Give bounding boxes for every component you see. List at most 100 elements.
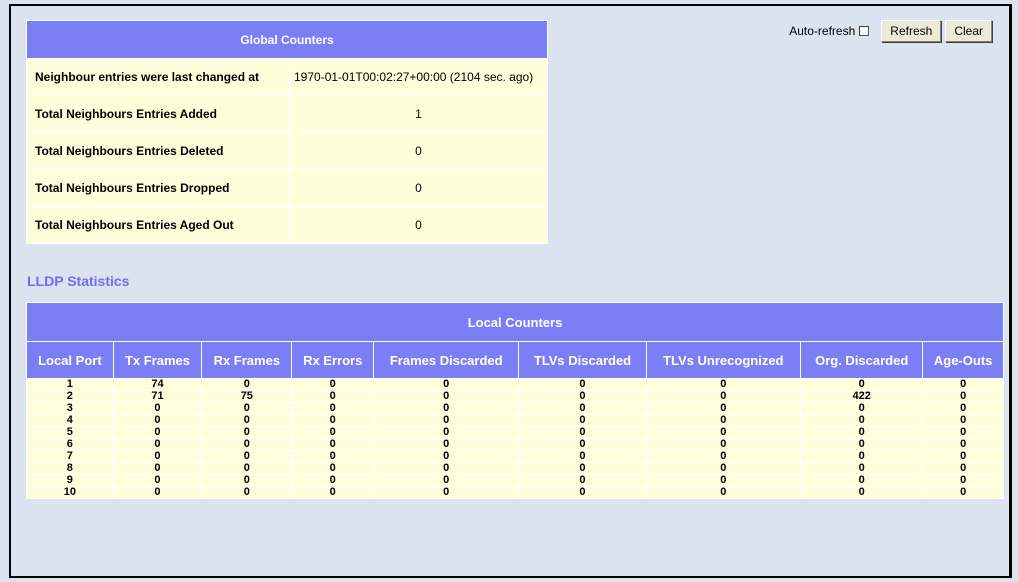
table-cell: 0 bbox=[291, 438, 374, 451]
table-cell: 0 bbox=[922, 378, 1004, 391]
table-row: Total Neighbours Entries Added 1 bbox=[26, 95, 548, 133]
toolbar: Auto-refresh Refresh Clear bbox=[789, 20, 992, 42]
table-cell: 0 bbox=[112, 414, 203, 427]
table-cell: 71 bbox=[112, 390, 203, 403]
table-cell: 0 bbox=[645, 402, 802, 415]
table-row: 500000000 bbox=[26, 426, 1004, 439]
table-cell: 8 bbox=[26, 462, 114, 475]
table-cell: 0 bbox=[800, 402, 924, 415]
column-header: Org. Discarded bbox=[800, 341, 924, 379]
table-cell: 0 bbox=[372, 402, 520, 415]
column-header: Tx Frames bbox=[112, 341, 203, 379]
table-cell: 0 bbox=[922, 390, 1004, 403]
clear-button[interactable]: Clear bbox=[945, 20, 992, 42]
column-header: Rx Errors bbox=[291, 341, 374, 379]
table-cell: 0 bbox=[201, 462, 293, 475]
table-cell: 0 bbox=[201, 378, 293, 391]
table-cell: 6 bbox=[26, 438, 114, 451]
row-value: 1 bbox=[289, 95, 548, 133]
auto-refresh-checkbox[interactable] bbox=[859, 26, 870, 36]
table-row: 800000000 bbox=[26, 462, 1004, 475]
refresh-button[interactable]: Refresh bbox=[881, 20, 942, 42]
table-cell: 0 bbox=[518, 378, 647, 391]
table-cell: 0 bbox=[518, 426, 647, 439]
table-cell: 0 bbox=[922, 414, 1004, 427]
table-cell: 0 bbox=[372, 426, 520, 439]
table-cell: 0 bbox=[645, 474, 802, 487]
table-cell: 0 bbox=[645, 378, 802, 391]
table-cell: 0 bbox=[645, 462, 802, 475]
table-cell: 0 bbox=[518, 474, 647, 487]
table-cell: 0 bbox=[518, 438, 647, 451]
table-row: Neighbour entries were last changed at 1… bbox=[26, 58, 548, 96]
table-cell: 0 bbox=[518, 402, 647, 415]
row-label: Total Neighbours Entries Deleted bbox=[26, 132, 290, 170]
table-row: 900000000 bbox=[26, 474, 1004, 487]
table-cell: 0 bbox=[800, 474, 924, 487]
table-cell: 0 bbox=[800, 486, 924, 499]
row-label: Total Neighbours Entries Added bbox=[26, 95, 290, 133]
table-row: Total Neighbours Entries Deleted 0 bbox=[26, 132, 548, 170]
table-cell: 0 bbox=[518, 450, 647, 463]
global-counters-title: Global Counters bbox=[26, 20, 548, 59]
column-header: Frames Discarded bbox=[372, 341, 520, 379]
table-cell: 0 bbox=[112, 486, 203, 499]
table-cell: 0 bbox=[291, 486, 374, 499]
table-cell: 75 bbox=[201, 390, 293, 403]
table-row: 700000000 bbox=[26, 450, 1004, 463]
table-cell: 0 bbox=[800, 462, 924, 475]
table-cell: 0 bbox=[800, 426, 924, 439]
table-row: 2 71 75 0 0 0 0 422 0 bbox=[26, 390, 1004, 403]
table-cell: 0 bbox=[922, 486, 1004, 499]
table-cell: 0 bbox=[922, 450, 1004, 463]
table-cell: 0 bbox=[112, 438, 203, 451]
table-cell: 0 bbox=[112, 474, 203, 487]
table-cell: 0 bbox=[372, 450, 520, 463]
table-cell: 0 bbox=[518, 462, 647, 475]
table-cell: 0 bbox=[201, 426, 293, 439]
table-cell: 4 bbox=[26, 414, 114, 427]
table-row: 300000000 bbox=[26, 402, 1004, 415]
table-cell: 0 bbox=[372, 390, 520, 403]
local-counters-title: Local Counters bbox=[26, 302, 1004, 342]
column-header: Rx Frames bbox=[201, 341, 293, 379]
column-header: TLVs Discarded bbox=[518, 341, 647, 379]
table-cell: 9 bbox=[26, 474, 114, 487]
table-cell: 0 bbox=[645, 486, 802, 499]
table-cell: 0 bbox=[645, 414, 802, 427]
row-value: 0 bbox=[289, 206, 548, 244]
column-header: TLVs Unrecognized bbox=[645, 341, 802, 379]
table-cell: 0 bbox=[291, 426, 374, 439]
row-value: 0 bbox=[289, 132, 548, 170]
table-cell: 0 bbox=[922, 462, 1004, 475]
row-value: 1970-01-01T00:02:27+00:00 (2104 sec. ago… bbox=[289, 58, 548, 96]
table-cell: 0 bbox=[518, 390, 647, 403]
table-row: Total Neighbours Entries Dropped 0 bbox=[26, 169, 548, 207]
table-cell: 0 bbox=[112, 450, 203, 463]
table-cell: 0 bbox=[645, 438, 802, 451]
table-cell: 0 bbox=[922, 474, 1004, 487]
table-cell: 0 bbox=[518, 414, 647, 427]
table-cell: 1 bbox=[26, 378, 114, 391]
table-cell: 0 bbox=[372, 438, 520, 451]
table-cell: 0 bbox=[922, 438, 1004, 451]
table-cell: 0 bbox=[800, 414, 924, 427]
table-cell: 0 bbox=[112, 402, 203, 415]
table-cell: 0 bbox=[372, 462, 520, 475]
table-cell: 422 bbox=[800, 390, 924, 403]
table-cell: 0 bbox=[518, 486, 647, 499]
table-cell: 0 bbox=[291, 462, 374, 475]
row-value: 0 bbox=[289, 169, 548, 207]
table-cell: 0 bbox=[800, 378, 924, 391]
row-label: Total Neighbours Entries Aged Out bbox=[26, 206, 290, 244]
column-header: Local Port bbox=[26, 341, 114, 379]
table-row: 600000000 bbox=[26, 438, 1004, 451]
table-cell: 0 bbox=[201, 450, 293, 463]
auto-refresh-label: Auto-refresh bbox=[789, 24, 856, 38]
table-cell: 74 bbox=[112, 378, 203, 391]
section-title: LLDP Statistics bbox=[27, 273, 130, 289]
table-cell: 0 bbox=[112, 426, 203, 439]
table-cell: 0 bbox=[201, 486, 293, 499]
table-cell: 10 bbox=[26, 486, 114, 499]
table-cell: 0 bbox=[291, 390, 374, 403]
